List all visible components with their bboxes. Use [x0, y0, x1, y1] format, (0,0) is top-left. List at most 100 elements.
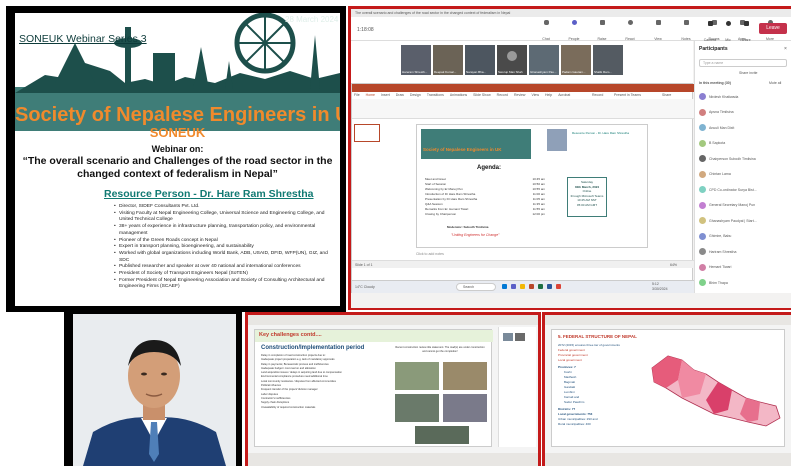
- avatar: [699, 108, 706, 116]
- teams-icon[interactable]: [511, 284, 516, 289]
- ppt-tab[interactable]: File: [354, 93, 360, 97]
- participant-search[interactable]: Type a name: [699, 59, 787, 67]
- ppt-tab[interactable]: Acrobat: [558, 93, 570, 97]
- slide-heading: 5. FEDERAL STRUCTURE OF NEPAL: [558, 334, 637, 339]
- federal-structure-slide-screenshot: 5. FEDERAL STRUCTURE OF NEPAL 2072 (2015…: [545, 315, 791, 466]
- ppt-share-button[interactable]: Share: [662, 93, 671, 97]
- video-tile[interactable]: Ghanashyam Pau...: [529, 45, 559, 75]
- participant-row[interactable]: Apsna Timilsina: [699, 105, 789, 121]
- participant-row[interactable]: Nirdesh Khatiwada: [699, 89, 789, 105]
- leave-button[interactable]: Leave: [759, 23, 787, 34]
- notes-placeholder[interactable]: Click to add notes: [416, 252, 444, 256]
- close-icon[interactable]: ×: [784, 46, 787, 52]
- video-tile[interactable]: Padam Gautam...: [561, 45, 591, 75]
- event-date-box: Saturday 30th March, 2024 Online through…: [567, 177, 607, 217]
- ppt-tab[interactable]: Record: [497, 93, 508, 97]
- ppt-tab[interactable]: Help: [545, 93, 552, 97]
- ppt-tab[interactable]: Animations: [450, 93, 467, 97]
- slide-banner-text: Key challenges contd....: [259, 332, 322, 338]
- resource-person-heading: Resource Person - Dr. Hare Ram Shrestha: [104, 188, 314, 200]
- agenda-title: Agenda:: [477, 165, 501, 171]
- participants-title: Participants: [699, 46, 728, 52]
- ppt-slide: Society of Nepalese Engineers in UK Reso…: [416, 124, 648, 248]
- participant-row[interactable]: Chintan Lama: [699, 167, 789, 183]
- avatar: [699, 170, 706, 178]
- challenges-slide: Key challenges contd.... Construction/Im…: [254, 329, 493, 447]
- challenge-item: Unavailability of required construction …: [261, 405, 316, 409]
- ppt-tab[interactable]: Home: [366, 93, 375, 97]
- smiley-icon: [627, 20, 633, 25]
- ppt-tab[interactable]: Insert: [381, 93, 390, 97]
- mute-all-button[interactable]: Mute all: [769, 81, 781, 85]
- edge-icon[interactable]: [502, 284, 507, 289]
- slide-heading: Construction/Implementation period: [261, 345, 365, 351]
- resource-person-label: Resource Person: [104, 188, 191, 200]
- ppt-tab[interactable]: Draw: [396, 93, 404, 97]
- participant-row[interactable]: Anuuli Man Dixit: [699, 120, 789, 136]
- ppt-tab[interactable]: Slide Show: [473, 93, 491, 97]
- speaker-portrait: [73, 314, 236, 466]
- flyer-content: SONEUK Webinar Series 3 28 March 2024 So…: [15, 13, 340, 306]
- motto: "Uniting Engineers for Change": [451, 233, 500, 237]
- notes-icon: [683, 20, 689, 25]
- zoom-level: 64%: [670, 263, 678, 267]
- participant-row[interactable]: B Sapkota: [699, 136, 789, 152]
- bio-item: President of Society of Transport Engine…: [114, 271, 338, 278]
- bio-item: Expert in transport planning, bioenginee…: [114, 244, 338, 251]
- slide-thumbnail[interactable]: [354, 124, 380, 142]
- participant-row[interactable]: Bhim Thapa: [699, 275, 789, 291]
- ppt-tab[interactable]: Review: [514, 93, 525, 97]
- window-title: The overall scenario and challenges of t…: [355, 11, 511, 15]
- share-invite-button[interactable]: Share invite: [739, 71, 757, 75]
- chat-icon: [543, 20, 549, 25]
- avatar: [699, 232, 706, 240]
- avatar: [699, 248, 706, 256]
- taskbar-search[interactable]: Search: [456, 283, 496, 291]
- avatar: [699, 93, 706, 101]
- challenge-list: Delay in completion of road construction…: [261, 354, 381, 410]
- taskbar-date: 3/30/2024: [652, 287, 668, 291]
- ppt-tab[interactable]: View: [531, 93, 539, 97]
- slide-society-name: Society of Nepalese Engineers in UK: [423, 147, 502, 152]
- construction-photo: [443, 394, 487, 422]
- record-button[interactable]: Record: [592, 93, 603, 97]
- video-tile[interactable]: Sworup Man Shah: [497, 45, 527, 75]
- video-tile[interactable]: [515, 333, 525, 341]
- participant-row[interactable]: Chairperson Subodh Timilsina: [699, 151, 789, 167]
- avatar: [699, 201, 706, 209]
- video-tile[interactable]: Hareram Shresth...: [401, 45, 431, 75]
- agenda-item: Closing by Chairperson 12:00 pm: [425, 212, 545, 216]
- chrome-icon[interactable]: [556, 284, 561, 289]
- ppt-tab[interactable]: Design: [410, 93, 421, 97]
- participant-row[interactable]: General Secretary Manoj Pun: [699, 198, 789, 214]
- side-participants: [498, 327, 536, 447]
- camera-icon: [707, 21, 713, 26]
- powerpoint-icon[interactable]: [529, 284, 534, 289]
- avatar: [699, 217, 706, 225]
- taskbar-apps: [502, 284, 561, 289]
- resource-person-name: - Dr. Hare Ram Shrestha: [190, 188, 314, 200]
- participant-row[interactable]: Ghimire, Babu: [699, 229, 789, 245]
- video-tile[interactable]: [503, 333, 513, 341]
- video-tile[interactable]: Shalik Ram...: [593, 45, 623, 75]
- participant-row[interactable]: Hemant Tiwari: [699, 260, 789, 276]
- present-in-teams-button[interactable]: Present in Teams: [614, 93, 641, 97]
- weather-widget[interactable]: 14°C Cloudy: [355, 285, 375, 289]
- teams-top-bar: [248, 315, 538, 325]
- participant-row[interactable]: Ghanashyam Paudyal | Start...: [699, 213, 789, 229]
- callout-text: Recent construction review title stateme…: [395, 346, 485, 353]
- bio-item: Former President of Nepal Engineering As…: [114, 278, 338, 291]
- grid-icon: [655, 20, 661, 25]
- folder-icon[interactable]: [520, 284, 525, 289]
- taskbar: [248, 453, 538, 466]
- participant-row[interactable]: CPD Co-ordinator Surya Bist...: [699, 182, 789, 198]
- ppt-tab[interactable]: Transitions: [427, 93, 444, 97]
- word-icon[interactable]: [547, 284, 552, 289]
- video-tile[interactable]: Deepak Kumar...: [433, 45, 463, 75]
- meeting-section-header[interactable]: In this meeting (30): [699, 81, 731, 85]
- video-tile[interactable]: Narayan Bha...: [465, 45, 495, 75]
- avatar: [699, 186, 706, 194]
- series-title: SONEUK Webinar Series 3: [19, 33, 147, 45]
- excel-icon[interactable]: [538, 284, 543, 289]
- participant-row[interactable]: Hariram Shrestha: [699, 244, 789, 260]
